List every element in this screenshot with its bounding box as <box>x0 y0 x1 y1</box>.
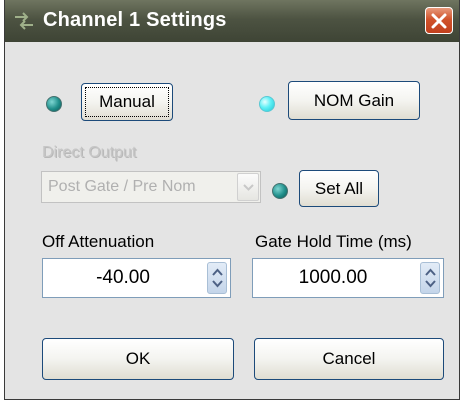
off-attenuation-input[interactable]: -40.00 <box>42 258 231 298</box>
manual-indicator-led[interactable] <box>46 96 62 112</box>
set-all-button-label: Set All <box>314 178 364 198</box>
ok-button-label: OK <box>125 349 151 368</box>
gate-hold-time-label: Gate Hold Time (ms) <box>255 232 412 251</box>
up-down-arrows-icon <box>212 268 223 288</box>
channel-icon <box>13 11 35 31</box>
set-all-indicator-led[interactable] <box>272 183 288 199</box>
gate-hold-time-input[interactable]: 1000.00 <box>252 258 444 298</box>
manual-button[interactable]: Manual <box>81 83 173 121</box>
off-attenuation-label: Off Attenuation <box>42 232 155 251</box>
up-down-arrows-icon <box>425 268 436 288</box>
nom-gain-indicator-led[interactable] <box>259 96 275 112</box>
direct-output-label: Direct Output <box>42 144 137 161</box>
manual-button-label: Manual <box>99 92 155 111</box>
title-bar[interactable]: Channel 1 Settings <box>5 0 459 42</box>
cancel-button[interactable]: Cancel <box>254 338 444 380</box>
window-title: Channel 1 Settings <box>43 9 227 31</box>
chevron-down-icon <box>243 184 254 191</box>
off-attenuation-value: -40.00 <box>96 267 150 288</box>
nom-gain-button-label: NOM Gain <box>313 90 395 110</box>
direct-output-select[interactable]: Post Gate / Pre Nom <box>41 171 261 203</box>
nom-gain-button[interactable]: NOM Gain <box>288 81 420 120</box>
cancel-button-label: Cancel <box>322 349 376 368</box>
direct-output-dropdown-button[interactable] <box>237 173 259 201</box>
channel-settings-dialog: Channel 1 Settings Manual NOM Gain Direc… <box>4 0 460 400</box>
gate-hold-time-spinner[interactable] <box>420 262 440 294</box>
off-attenuation-spinner[interactable] <box>207 262 227 294</box>
close-button[interactable] <box>425 7 453 34</box>
close-icon <box>431 13 447 29</box>
ok-button[interactable]: OK <box>42 338 234 380</box>
gate-hold-time-value: 1000.00 <box>298 267 368 288</box>
set-all-button[interactable]: Set All <box>299 170 379 207</box>
direct-output-selected-value: Post Gate / Pre Nom <box>48 178 196 195</box>
